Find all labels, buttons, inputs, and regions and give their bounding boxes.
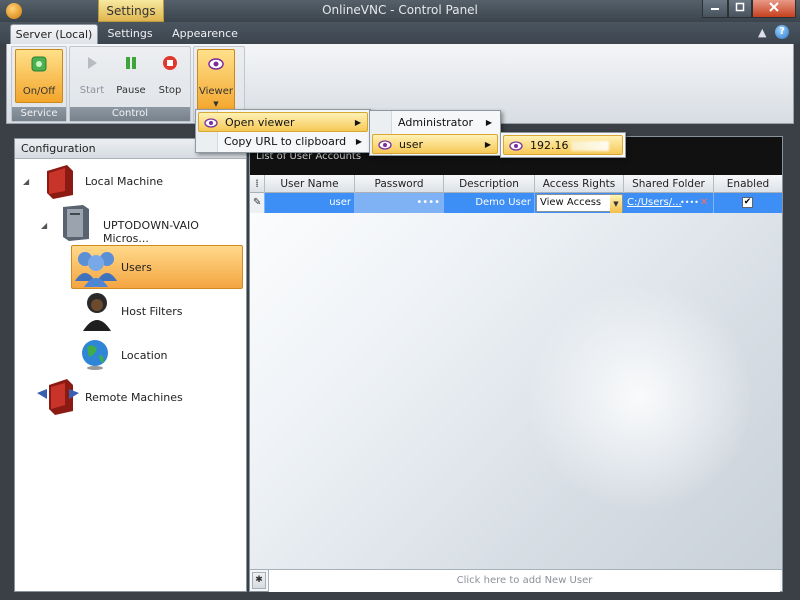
start-label: Start — [79, 85, 105, 96]
col-password[interactable]: Password — [355, 175, 444, 193]
power-icon — [31, 56, 47, 72]
close-icon — [769, 2, 779, 12]
chevron-down-icon[interactable]: ▼ — [610, 195, 622, 213]
chevron-right-icon: ▶ — [485, 118, 492, 127]
stop-icon — [163, 56, 177, 70]
tab-appearence[interactable]: Appearence — [166, 24, 244, 44]
cell-user-name[interactable]: user — [265, 193, 355, 213]
red-arrows-computer-icon — [37, 379, 79, 415]
control-group: Start Pause Stop Control — [69, 46, 191, 122]
pause-label: Pause — [116, 85, 146, 96]
new-row-icon: ✱ — [252, 572, 266, 589]
address-value: 192.16 — [530, 139, 569, 152]
globe-icon — [82, 340, 108, 370]
menu-item-address[interactable]: 192.16 — [503, 135, 623, 155]
shared-folder-dots: •••• — [680, 198, 699, 207]
col-user-name[interactable]: User Name — [265, 175, 355, 193]
tree-local-machine[interactable]: Local Machine — [85, 175, 163, 188]
col-enabled[interactable]: Enabled — [714, 175, 782, 193]
stop-button[interactable]: Stop — [152, 49, 188, 103]
viewer-label: Viewer — [199, 86, 233, 97]
maximize-icon — [735, 2, 745, 12]
col-description[interactable]: Description — [444, 175, 535, 193]
expand-computer-icon[interactable]: ◢ — [41, 221, 47, 230]
viewer-button[interactable]: Viewer ▼ — [197, 49, 235, 113]
control-group-label: Control — [70, 107, 190, 121]
enabled-checkbox[interactable]: ✔ — [742, 197, 753, 208]
row-edit-icon: ✎ — [250, 193, 265, 213]
tree-remote-machines[interactable]: Remote Machines — [85, 391, 183, 404]
users-group-icon — [75, 252, 117, 287]
cell-shared-folder[interactable]: C:/Users/... •••• ✕ — [624, 193, 714, 213]
table-row[interactable]: ✎ user •••• Demo User View Access ▼ C:/U… — [250, 193, 782, 213]
hooded-person-icon — [83, 293, 111, 331]
window-title: OnlineVNC - Control Panel — [322, 3, 478, 17]
row-selector-header: ⁞ — [250, 175, 265, 193]
title-bar: Settings OnlineVNC - Control Panel — [0, 0, 800, 22]
maximize-button[interactable] — [728, 0, 752, 18]
eye-icon — [509, 141, 523, 151]
tree-computer[interactable]: UPTODOWN-VAIO Micros... — [103, 219, 246, 245]
close-button[interactable] — [752, 0, 796, 18]
address-label: 192.16 — [530, 136, 609, 156]
tree-host-filters[interactable]: Host Filters — [121, 305, 183, 318]
minimize-ribbon-icon[interactable]: ▲ — [758, 26, 766, 39]
eye-icon — [204, 118, 218, 128]
access-rights-select[interactable]: View Access ▼ — [536, 194, 623, 213]
open-viewer-submenu: Administrator ▶ user ▶ — [369, 110, 501, 156]
pause-icon — [126, 57, 136, 69]
chevron-right-icon: ▶ — [355, 137, 362, 146]
app-window: Settings OnlineVNC - Control Panel Serve… — [0, 0, 800, 600]
chevron-right-icon: ▶ — [354, 118, 361, 127]
blurred-address — [570, 141, 609, 151]
col-access-rights[interactable]: Access Rights — [535, 175, 624, 193]
add-new-user-row: ✱ Click here to add New User — [250, 569, 782, 592]
menu-item-user[interactable]: user ▶ — [372, 134, 498, 154]
play-icon — [88, 57, 97, 69]
copy-url-label: Copy URL to clipboard — [224, 135, 347, 148]
tree-users: Users — [121, 261, 152, 274]
tab-server-local[interactable]: Server (Local) — [10, 24, 98, 44]
red-computer-icon — [47, 165, 73, 199]
start-button[interactable]: Start — [74, 49, 110, 103]
menu-item-administrator[interactable]: Administrator ▶ — [372, 113, 498, 133]
grid-header: ⁞ User Name Password Description Access … — [250, 175, 782, 193]
col-shared-folder[interactable]: Shared Folder — [624, 175, 714, 193]
cell-description[interactable]: Demo User — [444, 193, 535, 213]
minimize-button[interactable] — [702, 0, 728, 18]
service-group-label: Service — [12, 107, 66, 121]
menu-item-open-viewer[interactable]: Open viewer ▶ — [198, 112, 368, 132]
ribbon-tab-strip: Server (Local) Settings Appearence — [0, 22, 800, 44]
viewer-context-menu: Open viewer ▶ Copy URL to clipboard ▶ — [195, 109, 371, 153]
service-group: On/Off Service — [11, 46, 67, 122]
cell-password[interactable]: •••• — [355, 193, 444, 213]
stop-label: Stop — [158, 85, 182, 96]
viewer-dropdown-icon: ▼ — [213, 100, 219, 108]
pause-button[interactable]: Pause — [112, 49, 150, 103]
computer-tower-icon — [63, 205, 89, 241]
user-accounts-panel: List of User Accounts ⁞ User Name Passwo… — [249, 136, 783, 592]
menu-item-copy-url[interactable]: Copy URL to clipboard ▶ — [198, 132, 368, 152]
administrator-label: Administrator — [398, 116, 473, 129]
shared-folder-link[interactable]: C:/Users/... — [627, 197, 682, 208]
configuration-panel: Configuration ◢ Local Machine ◢ UPTODOWN… — [14, 138, 247, 592]
tree-location[interactable]: Location — [121, 349, 168, 362]
help-icon[interactable]: ? — [775, 25, 789, 39]
on-off-label: On/Off — [22, 86, 56, 97]
eye-icon — [378, 140, 392, 150]
chevron-right-icon: ▶ — [484, 140, 491, 149]
cell-enabled: ✔ — [714, 193, 782, 213]
user-label: user — [399, 138, 423, 151]
add-new-user-button[interactable]: Click here to add New User — [268, 570, 780, 592]
open-viewer-label: Open viewer — [225, 116, 295, 129]
eye-icon — [208, 58, 224, 70]
access-rights-value: View Access — [540, 197, 602, 208]
clear-folder-icon[interactable]: ✕ — [700, 193, 708, 213]
minimize-icon — [711, 8, 719, 10]
on-off-button[interactable]: On/Off — [15, 49, 63, 103]
expand-local-machine-icon[interactable]: ◢ — [23, 177, 29, 186]
user-address-submenu: 192.16 — [500, 132, 626, 158]
tab-settings[interactable]: Settings — [100, 24, 160, 44]
dandelion-background — [530, 277, 750, 517]
